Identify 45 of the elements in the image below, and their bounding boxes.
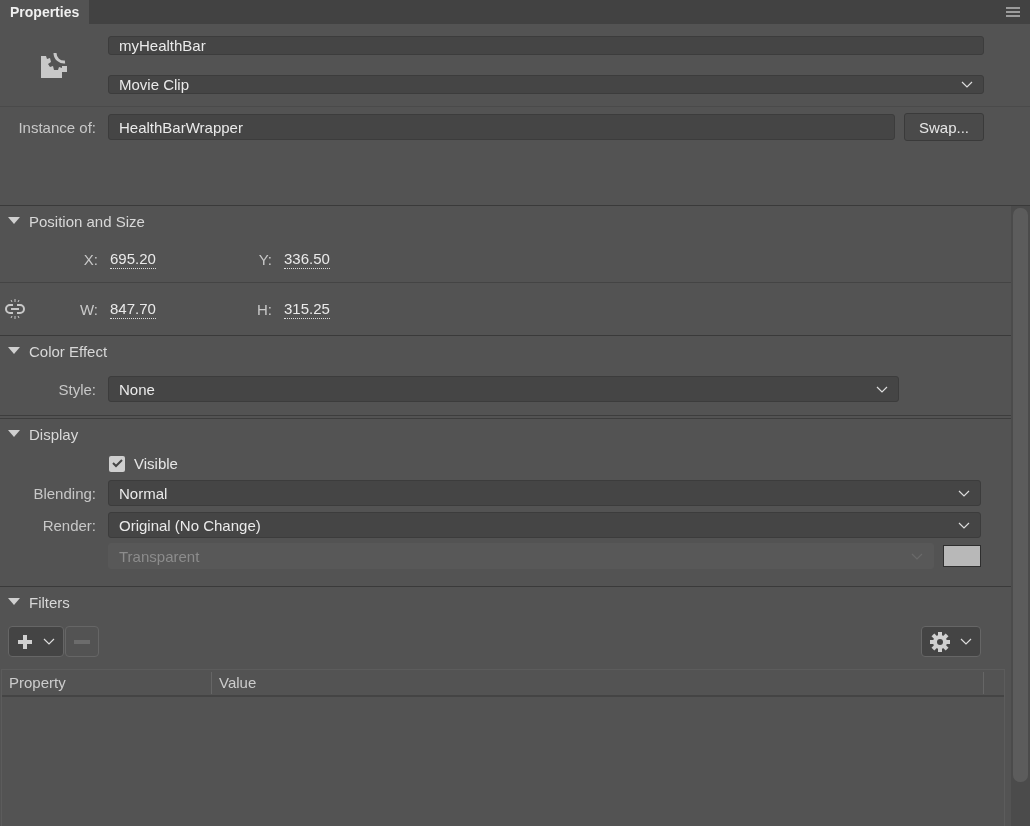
movie-clip-icon xyxy=(41,52,67,78)
disclosure-triangle-icon xyxy=(8,217,20,225)
plus-icon xyxy=(17,633,33,650)
caret-icon xyxy=(960,638,972,645)
w-value[interactable]: 847.70 xyxy=(110,299,156,319)
instance-of-field[interactable]: HealthBarWrapper xyxy=(108,114,895,140)
color-swatch[interactable] xyxy=(943,545,981,567)
disclosure-triangle-icon xyxy=(8,430,20,438)
h-value[interactable]: 315.25 xyxy=(284,299,330,319)
filter-options-button[interactable] xyxy=(921,626,981,657)
check-icon xyxy=(111,459,123,468)
x-label: X: xyxy=(82,250,99,268)
caret-icon xyxy=(958,489,970,497)
x-value[interactable]: 695.20 xyxy=(110,249,156,269)
render-dropdown[interactable]: Original (No Change) xyxy=(108,512,981,538)
swap-button[interactable]: Swap... xyxy=(903,113,984,141)
scrollbar[interactable] xyxy=(1011,206,1030,826)
properties-tab[interactable]: Properties xyxy=(0,0,90,24)
symbol-type-dropdown[interactable]: Movie Clip xyxy=(108,75,984,94)
y-label: Y: xyxy=(257,250,273,268)
y-value[interactable]: 336.50 xyxy=(284,249,330,269)
h-label: H: xyxy=(256,300,273,318)
minus-icon xyxy=(74,639,90,644)
menu-icon[interactable] xyxy=(1006,7,1020,17)
caret-icon xyxy=(43,638,55,645)
blending-dropdown[interactable]: Normal xyxy=(108,480,981,506)
column-header[interactable]: Value xyxy=(212,671,984,694)
settings-icon xyxy=(930,631,950,652)
blending-label: Blending: xyxy=(32,484,97,502)
w-label: W: xyxy=(78,300,99,318)
link-icon[interactable] xyxy=(5,299,25,319)
style-label: Style: xyxy=(57,380,97,398)
render-label: Render: xyxy=(41,516,97,534)
visible-label: Visible xyxy=(134,455,178,472)
caret-icon xyxy=(958,521,970,529)
style-dropdown[interactable]: None xyxy=(108,376,899,402)
disclosure-triangle-icon xyxy=(8,598,20,606)
caret-icon xyxy=(961,81,973,88)
instance-of-label: Instance of: xyxy=(17,118,97,136)
column-header[interactable]: Property xyxy=(2,671,212,694)
caret-icon xyxy=(876,385,888,393)
disclosure-triangle-icon xyxy=(8,347,20,355)
visible-checkbox[interactable] xyxy=(109,455,125,472)
add-filter-button[interactable] xyxy=(8,626,64,657)
instance-name-field[interactable]: myHealthBar xyxy=(108,36,984,55)
